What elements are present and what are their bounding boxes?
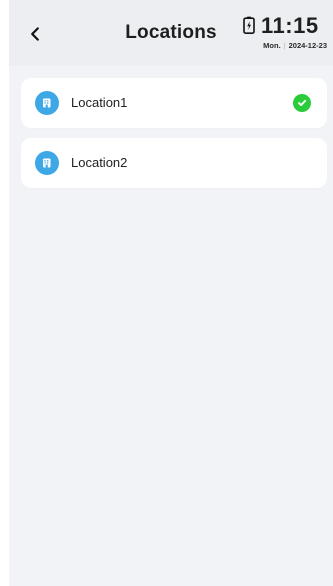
app-screen: Locations 11:15 Mon. | 2024-12-23 Locati… [9, 0, 333, 586]
location-name: Location2 [71, 155, 128, 170]
location-item[interactable]: Location2 [21, 138, 327, 188]
check-circle-icon [293, 94, 311, 112]
status-area: 11:15 Mon. | 2024-12-23 [243, 14, 327, 54]
building-icon [35, 151, 59, 175]
date-separator: | [283, 41, 286, 50]
day-of-week: Mon. [263, 41, 281, 50]
header-bar: Locations 11:15 Mon. | 2024-12-23 [9, 0, 333, 66]
location-name: Location1 [71, 95, 128, 110]
location-item[interactable]: Location1 [21, 78, 327, 128]
time: 11:15 [261, 13, 319, 38]
locations-list: Location1 Location2 [21, 78, 327, 198]
date: 2024-12-23 [288, 41, 327, 50]
battery-charging-icon [243, 16, 255, 34]
date-line: Mon. | 2024-12-23 [263, 41, 327, 50]
building-icon [35, 91, 59, 115]
